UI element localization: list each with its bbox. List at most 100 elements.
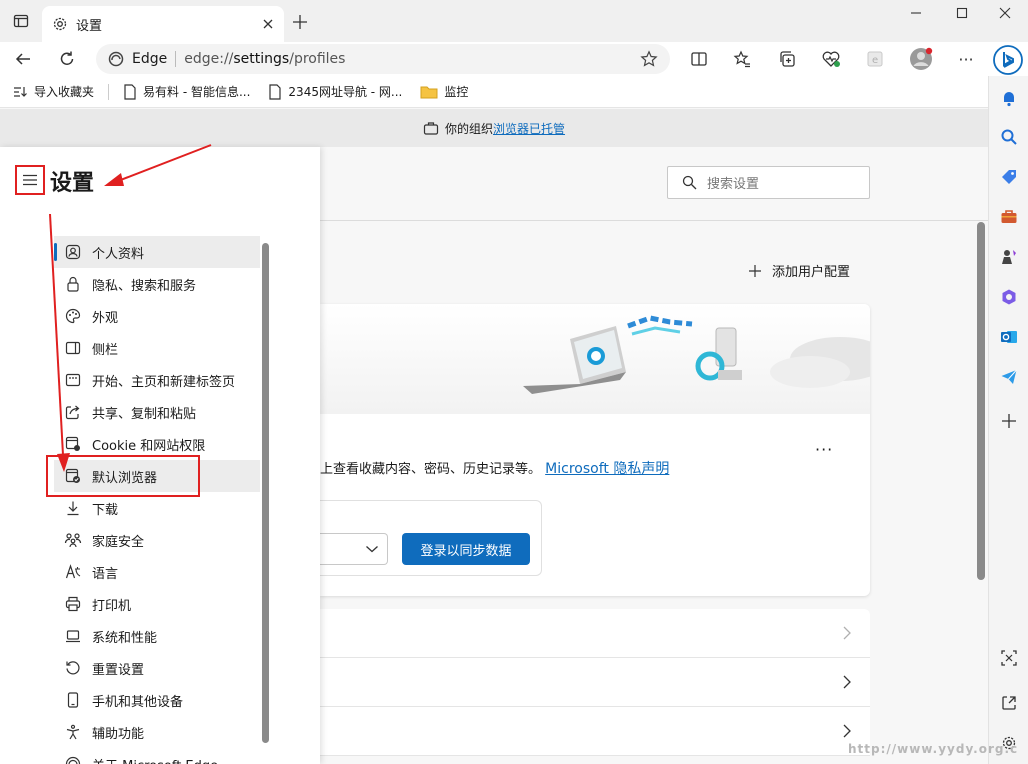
edge-sidebar: [988, 76, 1028, 764]
phone-icon: [64, 691, 82, 709]
avatar[interactable]: [908, 46, 934, 72]
browser-essentials-icon[interactable]: [820, 48, 842, 70]
url-text[interactable]: edge://settings/profiles: [184, 51, 632, 67]
settings-menu: 个人资料 隐私、搜索和服务 外观 侧栏 开始、主页和新建标签页 共享、复制和粘贴…: [54, 236, 260, 764]
more-options-button[interactable]: ···: [815, 440, 833, 459]
more-options-icon[interactable]: ···: [955, 48, 977, 70]
sidebar-item-family[interactable]: 家庭安全: [54, 524, 260, 556]
screenshot-icon[interactable]: [997, 646, 1021, 670]
tools-briefcase-icon[interactable]: [997, 205, 1021, 229]
settings-nav-panel: 设置 个人资料 隐私、搜索和服务 外观 侧栏 开始、主页和新建标签页 共享、复制…: [0, 147, 320, 764]
address-separator: [175, 51, 177, 67]
gear-icon: [52, 16, 68, 32]
search-placeholder: 搜索设置: [707, 177, 760, 192]
search-icon[interactable]: [997, 125, 1021, 149]
sidebar-item-printers[interactable]: 打印机: [54, 588, 260, 620]
lock-icon: [64, 275, 82, 293]
bookmark-separator: [108, 83, 110, 100]
page-icon: [123, 83, 137, 100]
add-profile-button[interactable]: 添加用户配置: [748, 261, 850, 280]
favorite-star-icon[interactable]: [640, 50, 658, 68]
bookmark-folder[interactable]: 监控: [416, 83, 472, 100]
extension-disabled-icon[interactable]: e: [864, 48, 886, 70]
bookmark-import[interactable]: 导入收藏夹: [8, 83, 98, 100]
search-icon: [682, 175, 697, 190]
site-label: Edge: [132, 51, 168, 67]
nav-scrollbar[interactable]: [262, 243, 269, 743]
settings-row[interactable]: [320, 658, 870, 707]
chevron-down-icon: [365, 544, 379, 554]
sidebar-item-start-home[interactable]: 开始、主页和新建标签页: [54, 364, 260, 396]
tab-settings[interactable]: 设置: [42, 6, 284, 42]
sidebar-item-sidebar[interactable]: 侧栏: [54, 332, 260, 364]
managed-banner: 你的组织 浏览器已托管: [0, 109, 988, 147]
close-window-button[interactable]: [982, 0, 1028, 26]
split-screen-icon[interactable]: [688, 48, 710, 70]
bookmark-item[interactable]: 易有料 - 智能信息...: [119, 83, 254, 100]
settings-row[interactable]: [320, 707, 870, 756]
search-input[interactable]: 搜索设置: [667, 166, 870, 199]
settings-row[interactable]: [320, 609, 870, 658]
navigation-bar: Edge edge://settings/profiles e ···: [0, 42, 1028, 76]
language-icon: [64, 563, 82, 581]
main-scrollbar[interactable]: [977, 222, 985, 580]
profile-card: ··· 上查看收藏内容、密码、历史记录等。 Microsoft 隐私声明 登录以…: [320, 304, 870, 596]
sidebar-item-reset[interactable]: 重置设置: [54, 652, 260, 684]
close-tab-icon[interactable]: [262, 18, 274, 30]
maximize-button[interactable]: [939, 0, 985, 26]
reset-icon: [64, 659, 82, 677]
chevron-right-icon: [842, 723, 852, 739]
edge-logo-icon: [108, 51, 124, 67]
edge-icon: [64, 755, 82, 764]
account-dropdown[interactable]: [320, 533, 388, 565]
tab-title: 设置: [76, 18, 103, 34]
family-icon: [64, 531, 82, 549]
chevron-right-icon: [842, 625, 852, 641]
tab-actions-icon[interactable]: [12, 12, 30, 30]
settings-main: 搜索设置 添加用户配置 ··· 上查看收藏内容、密码、历史记录等。 Micros…: [320, 147, 988, 764]
games-icon[interactable]: [997, 245, 1021, 269]
sidebar-item-profiles[interactable]: 个人资料: [54, 236, 260, 268]
import-icon: [12, 84, 28, 100]
sidebar-item-languages[interactable]: 语言: [54, 556, 260, 588]
sign-in-sync-button[interactable]: 登录以同步数据: [402, 533, 530, 565]
microsoft-365-icon[interactable]: [997, 285, 1021, 309]
sidebar-item-phone[interactable]: 手机和其他设备: [54, 684, 260, 716]
sidebar-item-about[interactable]: 关于 Microsoft Edge: [54, 748, 260, 764]
sync-panel: 登录以同步数据: [320, 500, 542, 576]
add-sidebar-app-icon[interactable]: [997, 409, 1021, 433]
send-telegram-icon[interactable]: [997, 365, 1021, 389]
bookmark-item[interactable]: 2345网址导航 - 网...: [264, 83, 406, 100]
new-tab-icon[interactable]: [290, 12, 310, 32]
sidebar-item-privacy[interactable]: 隐私、搜索和服务: [54, 268, 260, 300]
favorites-icon[interactable]: [731, 48, 753, 70]
sidebar-item-appearance[interactable]: 外观: [54, 300, 260, 332]
notification-bell-icon[interactable]: [997, 86, 1021, 110]
hamburger-menu-button[interactable]: [15, 165, 45, 195]
minimize-button[interactable]: [893, 0, 939, 26]
refresh-icon[interactable]: [56, 48, 78, 70]
page-icon: [268, 83, 282, 100]
cookie-icon: [64, 435, 82, 453]
sidebar-item-system[interactable]: 系统和性能: [54, 620, 260, 652]
bookmarks-bar: 导入收藏夹 易有料 - 智能信息... 2345网址导航 - 网... 监控: [0, 76, 988, 108]
back-icon[interactable]: [12, 48, 34, 70]
sidebar-item-accessibility[interactable]: 辅助功能: [54, 716, 260, 748]
privacy-statement-link[interactable]: Microsoft 隐私声明: [545, 461, 669, 477]
accessibility-icon: [64, 723, 82, 741]
address-bar[interactable]: Edge edge://settings/profiles: [96, 44, 670, 74]
chevron-right-icon: [842, 674, 852, 690]
page-title: 设置: [50, 171, 95, 196]
collections-icon[interactable]: [776, 48, 798, 70]
briefcase-icon: [423, 120, 439, 136]
open-in-new-icon[interactable]: [997, 691, 1021, 715]
bing-copilot-icon[interactable]: [993, 45, 1023, 75]
sidebar-item-share[interactable]: 共享、复制和粘贴: [54, 396, 260, 428]
home-tabs-icon: [64, 371, 82, 389]
palette-icon: [64, 307, 82, 325]
outlook-icon[interactable]: [997, 325, 1021, 349]
banner-text: 你的组织: [444, 121, 493, 136]
managed-link[interactable]: 浏览器已托管: [493, 120, 565, 137]
shopping-tag-icon[interactable]: [997, 165, 1021, 189]
folder-icon: [420, 84, 438, 100]
